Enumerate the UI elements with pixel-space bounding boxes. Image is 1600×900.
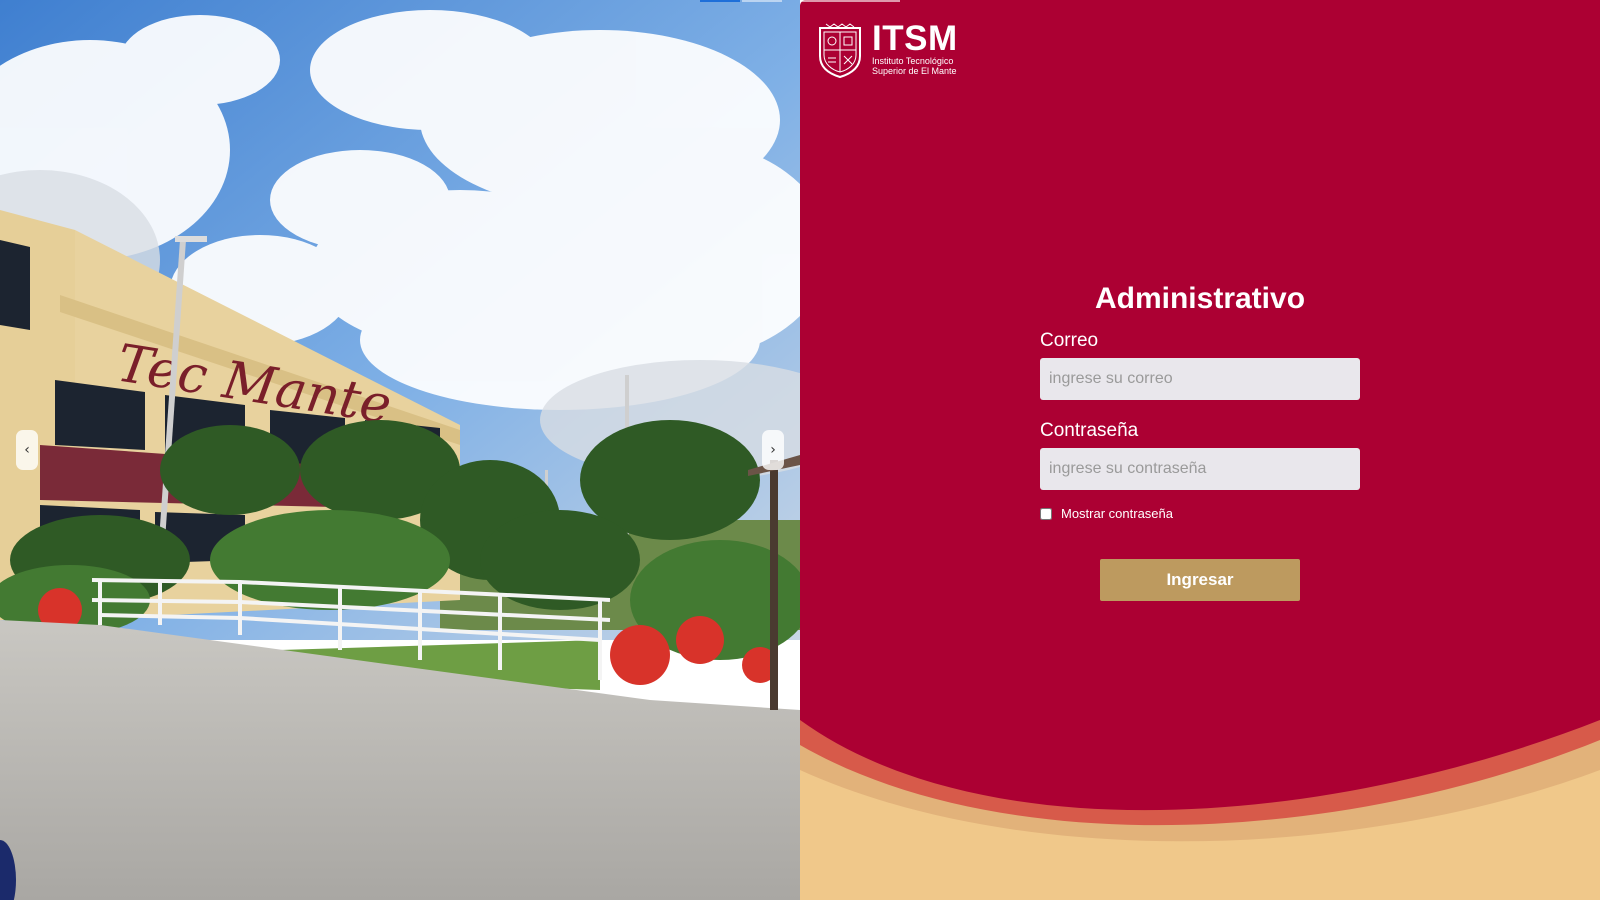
- carousel-next-button[interactable]: ›: [762, 430, 784, 470]
- image-carousel: Tec Mante ‹ ›: [0, 0, 800, 900]
- email-field-group: Correo: [1040, 330, 1360, 400]
- login-panel: ITSM Instituto Tecnológico Superior de E…: [800, 0, 1600, 900]
- login-form: Administrativo Correo Contraseña Mostrar…: [1040, 282, 1360, 601]
- show-password-toggle[interactable]: Mostrar contraseña: [1040, 506, 1360, 521]
- email-input[interactable]: [1040, 358, 1360, 400]
- carousel-prev-button[interactable]: ‹: [16, 430, 38, 470]
- brand-name: ITSM: [872, 19, 958, 58]
- login-title: Administrativo: [1094, 282, 1306, 315]
- brand-subtitle-line2: Superior de El Mante: [872, 66, 957, 76]
- chevron-right-icon: ›: [770, 442, 776, 458]
- university-crest-icon: [819, 23, 861, 78]
- login-submit-button[interactable]: Ingresar: [1100, 559, 1300, 601]
- password-label: Contraseña: [1040, 420, 1139, 441]
- show-password-checkbox[interactable]: [1040, 507, 1052, 520]
- brand-subtitle-line1: Instituto Tecnológico: [872, 56, 954, 66]
- chevron-left-icon: ‹: [24, 442, 30, 458]
- password-field-group: Contraseña: [1040, 420, 1360, 490]
- password-input[interactable]: [1040, 448, 1360, 490]
- carousel-indicators: [700, 0, 782, 2]
- campus-photo: Tec Mante: [0, 0, 800, 900]
- brand-logo: ITSM Instituto Tecnológico Superior de E…: [816, 19, 958, 78]
- show-password-label: Mostrar contraseña: [1061, 506, 1173, 521]
- carousel-indicator[interactable]: [742, 0, 782, 2]
- carousel-indicator-active[interactable]: [700, 0, 740, 2]
- email-label: Correo: [1040, 330, 1099, 351]
